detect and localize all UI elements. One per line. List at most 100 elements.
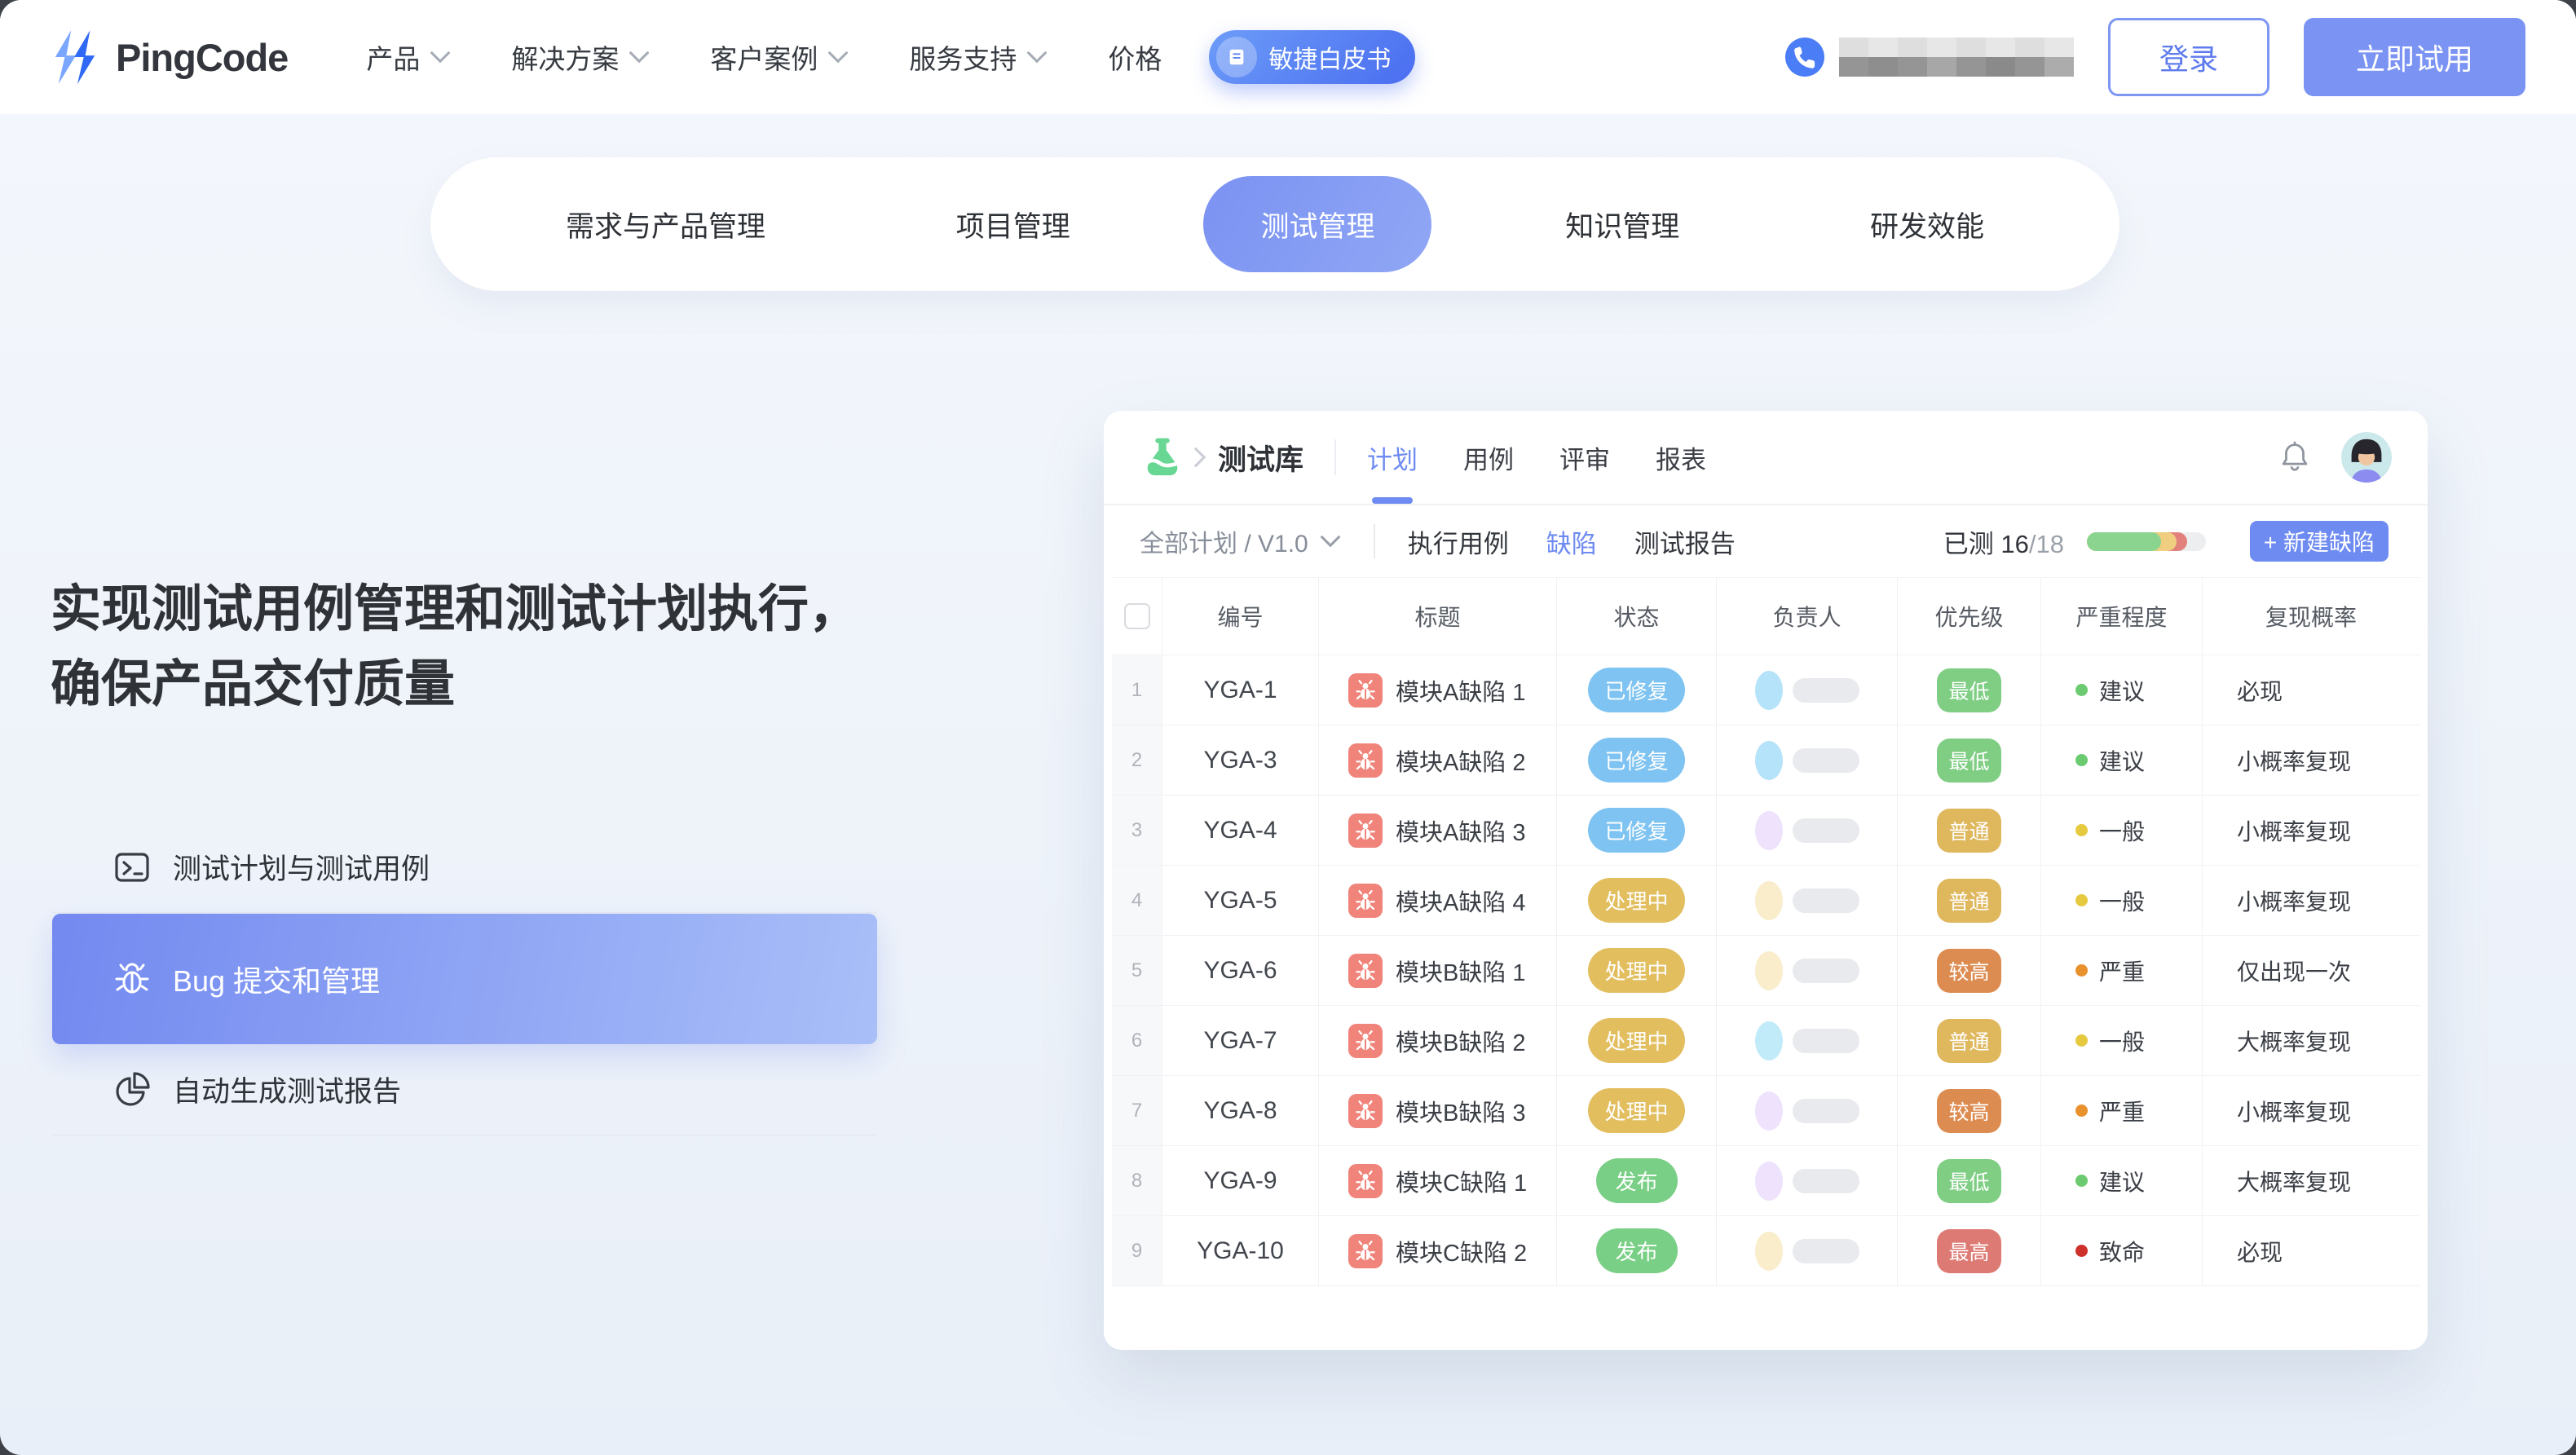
tab-testing[interactable]: 测试管理 <box>1203 176 1431 272</box>
issue-title[interactable]: 模块C缺陷 1 <box>1319 1146 1557 1216</box>
action-defects[interactable]: 缺陷 <box>1546 523 1597 560</box>
status-badge: 发布 <box>1596 1228 1678 1273</box>
login-button[interactable]: 登录 <box>2108 18 2269 96</box>
phone-contact[interactable] <box>1785 37 2074 77</box>
table-row[interactable]: 7 YGA-8 模块B缺陷 3 处理中 较高 严重 小概率复现 <box>1112 1076 2419 1146</box>
severity-cell: 一般 <box>2041 796 2203 866</box>
bell-icon[interactable] <box>2276 439 2314 476</box>
priority-badge: 普通 <box>1937 1019 2000 1063</box>
priority-cell: 最低 <box>1898 725 2041 796</box>
assignee-avatar <box>1755 1232 1783 1271</box>
table-row[interactable]: 9 YGA-10 模块C缺陷 2 发布 最高 致命 必现 <box>1112 1216 2419 1286</box>
status-cell: 处理中 <box>1557 866 1717 936</box>
tab-efficiency[interactable]: 研发效能 <box>1813 176 2041 272</box>
column-header-probability: 复现概率 <box>2203 578 2419 655</box>
nav-item-customers[interactable]: 客户案例 <box>710 37 849 77</box>
tab-reports[interactable]: 报表 <box>1656 439 1706 476</box>
severity-cell: 致命 <box>2041 1216 2203 1286</box>
divider <box>52 1135 877 1136</box>
assignee-avatar <box>1755 1091 1783 1131</box>
table-row[interactable]: 1 YGA-1 模块A缺陷 1 已修复 最低 建议 必现 <box>1112 655 2419 725</box>
user-avatar[interactable] <box>2341 432 2392 483</box>
defect-table: 编号 标题 状态 负责人 优先级 严重程度 复现概率 1 YGA-1 模块A缺陷 <box>1112 577 2419 1286</box>
status-cell: 已修复 <box>1557 796 1717 866</box>
status-badge: 处理中 <box>1588 878 1684 923</box>
action-test-report[interactable]: 测试报告 <box>1634 523 1736 560</box>
priority-cell: 较高 <box>1898 936 2041 1006</box>
severity-dot <box>2075 684 2088 696</box>
tab-requirements[interactable]: 需求与产品管理 <box>509 176 823 272</box>
assignee-name-skeleton <box>1793 1099 1859 1123</box>
issue-id: YGA-9 <box>1162 1146 1319 1216</box>
probability-cell: 小概率复现 <box>2203 866 2419 936</box>
table-body: 1 YGA-1 模块A缺陷 1 已修复 最低 建议 必现 2 <box>1112 655 2419 1286</box>
feature-bug-management[interactable]: Bug 提交和管理 <box>52 914 877 1044</box>
issue-title[interactable]: 模块A缺陷 4 <box>1319 866 1557 936</box>
priority-badge: 较高 <box>1937 949 2000 993</box>
plan-selector-dropdown[interactable]: 全部计划 / V1.0 <box>1140 523 1341 559</box>
issue-id: YGA-4 <box>1162 796 1319 866</box>
book-icon <box>1216 37 1257 77</box>
probability-cell: 必现 <box>2203 1216 2419 1286</box>
table-row[interactable]: 2 YGA-3 模块A缺陷 2 已修复 最低 建议 小概率复现 <box>1112 725 2419 796</box>
new-defect-button[interactable]: + 新建缺陷 <box>2250 521 2389 562</box>
feature-test-plan[interactable]: 测试计划与测试用例 <box>52 822 877 912</box>
severity-dot <box>2075 1034 2088 1047</box>
tab-plan[interactable]: 计划 <box>1367 439 1418 476</box>
status-cell: 发布 <box>1557 1146 1717 1216</box>
table-row[interactable]: 4 YGA-5 模块A缺陷 4 处理中 普通 一般 小概率复现 <box>1112 866 2419 936</box>
whitepaper-badge[interactable]: 敏捷白皮书 <box>1209 30 1415 84</box>
row-number: 6 <box>1112 1006 1162 1076</box>
assignee-name-skeleton <box>1793 1239 1859 1263</box>
nav-item-support[interactable]: 服务支持 <box>909 37 1048 77</box>
probability-cell: 大概率复现 <box>2203 1146 2419 1216</box>
table-row[interactable]: 6 YGA-7 模块B缺陷 2 处理中 普通 一般 大概率复现 <box>1112 1006 2419 1076</box>
bug-icon <box>1348 1164 1383 1198</box>
site-header: PingCode 产品 解决方案 客户案例 服务支持 价格 <box>0 0 2576 114</box>
status-badge: 处理中 <box>1588 1088 1684 1133</box>
tab-cases[interactable]: 用例 <box>1463 439 1514 476</box>
chevron-down-icon <box>629 51 650 64</box>
app-window-header: 测试库 计划 用例 评审 报表 <box>1104 411 2428 505</box>
flask-icon <box>1140 433 1185 482</box>
tab-knowledge[interactable]: 知识管理 <box>1508 176 1736 272</box>
divider <box>1334 439 1336 475</box>
nav-item-pricing[interactable]: 价格 <box>1108 37 1162 77</box>
assignee-name-skeleton <box>1793 678 1859 703</box>
column-header-id: 编号 <box>1162 578 1319 655</box>
tab-projects[interactable]: 项目管理 <box>899 176 1127 272</box>
issue-title[interactable]: 模块B缺陷 1 <box>1319 936 1557 1006</box>
severity-cell: 严重 <box>2041 1076 2203 1146</box>
row-number: 8 <box>1112 1146 1162 1216</box>
severity-dot <box>2075 754 2088 766</box>
table-row[interactable]: 3 YGA-4 模块A缺陷 3 已修复 普通 一般 小概率复现 <box>1112 796 2419 866</box>
select-all-checkbox[interactable] <box>1124 603 1150 629</box>
pingcode-logo[interactable]: PingCode <box>51 29 288 86</box>
issue-title[interactable]: 模块B缺陷 3 <box>1319 1076 1557 1146</box>
bug-icon <box>1348 1024 1383 1058</box>
issue-title[interactable]: 模块C缺陷 2 <box>1319 1216 1557 1286</box>
row-number: 5 <box>1112 936 1162 1006</box>
try-now-button[interactable]: 立即试用 <box>2304 18 2525 96</box>
bug-icon <box>1348 1234 1383 1268</box>
issue-title[interactable]: 模块A缺陷 3 <box>1319 796 1557 866</box>
table-row[interactable]: 8 YGA-9 模块C缺陷 1 发布 最低 建议 大概率复现 <box>1112 1146 2419 1216</box>
nav-item-products[interactable]: 产品 <box>366 37 451 77</box>
priority-badge: 普通 <box>1937 809 2000 853</box>
feature-test-report[interactable]: 自动生成测试报告 <box>52 1044 877 1135</box>
issue-title[interactable]: 模块A缺陷 2 <box>1319 725 1557 796</box>
bug-icon <box>1348 884 1383 918</box>
table-row[interactable]: 5 YGA-6 模块B缺陷 1 处理中 较高 严重 仅出现一次 <box>1112 936 2419 1006</box>
nav-item-solutions[interactable]: 解决方案 <box>511 37 650 77</box>
bug-icon <box>1348 673 1383 708</box>
issue-title[interactable]: 模块B缺陷 2 <box>1319 1006 1557 1076</box>
header-right: 登录 立即试用 <box>1785 18 2525 96</box>
select-all-cell <box>1112 578 1162 655</box>
issue-title[interactable]: 模块A缺陷 1 <box>1319 655 1557 725</box>
column-header-priority: 优先级 <box>1898 578 2041 655</box>
tab-review[interactable]: 评审 <box>1559 439 1610 476</box>
action-run-cases[interactable]: 执行用例 <box>1408 523 1509 560</box>
issue-id: YGA-1 <box>1162 655 1319 725</box>
priority-badge: 最高 <box>1937 1229 2000 1273</box>
main-nav: 产品 解决方案 客户案例 服务支持 价格 <box>366 37 1162 77</box>
